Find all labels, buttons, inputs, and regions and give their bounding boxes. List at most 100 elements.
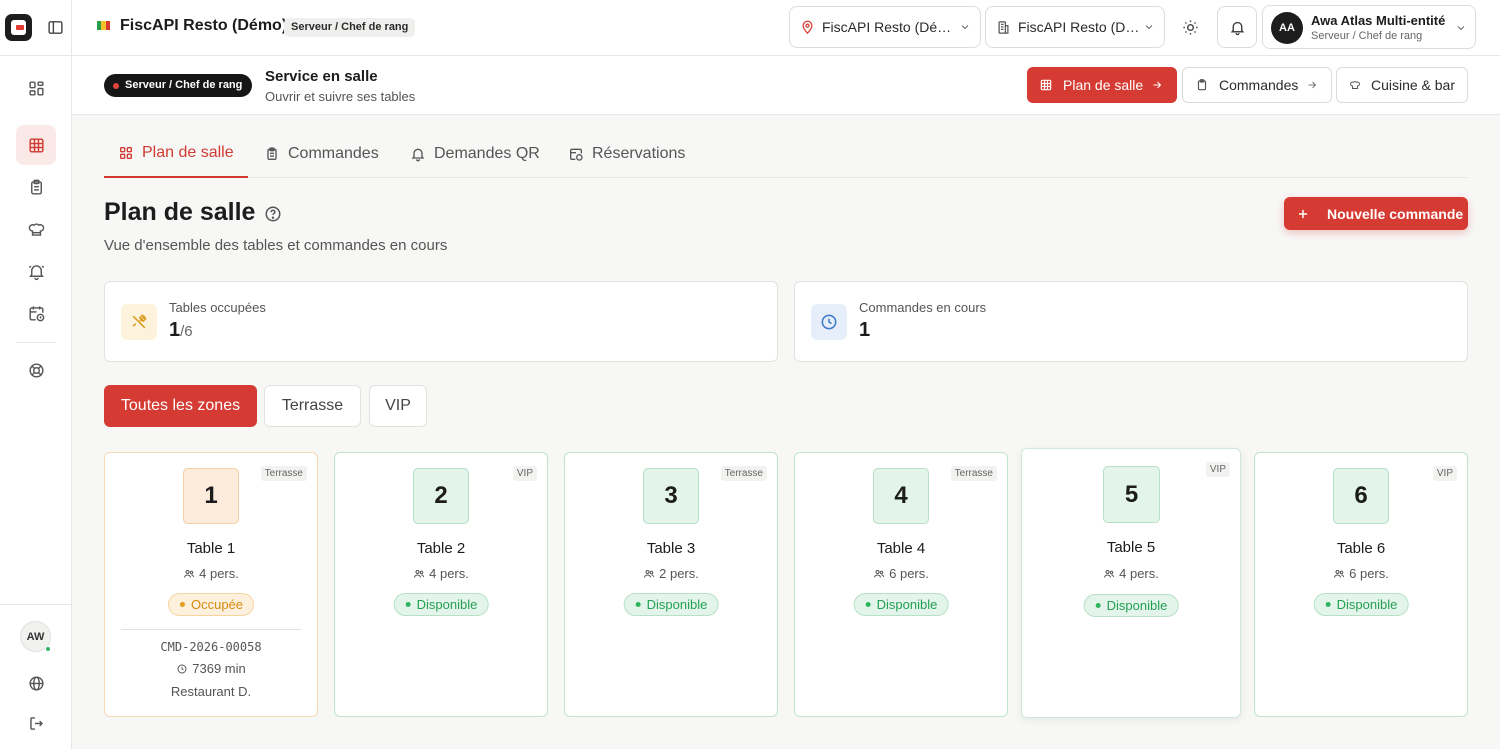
table-name: Table 2 — [416, 540, 466, 557]
users-icon — [184, 569, 195, 578]
clipboard-icon — [267, 146, 277, 160]
seat-count: 6 pers. — [1349, 566, 1389, 581]
sidebar-item-floor-plan[interactable] — [16, 125, 56, 165]
table-card[interactable]: VIP 6 Table 6 6 pers. Disponible — [1254, 452, 1468, 717]
table-card[interactable]: Terrasse 4 Table 4 6 pers. Disponible — [794, 452, 1008, 717]
building-icon — [998, 20, 1009, 34]
table-number: 3 — [643, 468, 699, 524]
bell-ring-icon — [28, 264, 44, 280]
status-badge: Disponible — [623, 593, 719, 616]
sidebar: AW — [0, 0, 72, 749]
plus-icon — [1298, 209, 1308, 218]
service-subheader: Serveur / Chef de rang Service en salle … — [72, 56, 1500, 115]
sidebar-avatar[interactable]: AW — [20, 621, 51, 652]
calendar-clock-icon — [28, 305, 44, 321]
seat-count: 4 pers. — [199, 566, 239, 581]
stat-active-orders: Commandes en cours 1 — [794, 281, 1468, 362]
order-duration: 7369 min — [192, 661, 246, 676]
new-order-button[interactable]: Nouvelle commande — [1284, 197, 1468, 230]
logout-icon — [29, 716, 43, 730]
chef-hat-icon — [1350, 81, 1360, 89]
table-number: 1 — [183, 468, 239, 524]
user-role: Serveur / Chef de rang — [1311, 30, 1423, 42]
zone-tag: VIP — [1205, 462, 1230, 477]
sidebar-item-support[interactable] — [16, 350, 56, 390]
status-badge: Disponible — [1083, 594, 1179, 617]
order-code[interactable]: CMD-2026-00058 — [105, 640, 317, 654]
table-number: 6 — [1333, 468, 1389, 524]
table-card[interactable]: VIP 2 Table 2 4 pers. Disponible — [334, 452, 548, 717]
flag-icon — [97, 21, 110, 30]
table-number: 4 — [873, 468, 929, 524]
help-icon[interactable] — [264, 205, 282, 223]
sidebar-item-orders[interactable] — [16, 167, 56, 207]
entity-select[interactable]: FiscAPI Resto (D… — [985, 6, 1165, 48]
table-grid-icon — [1040, 79, 1052, 91]
zone-filter-all[interactable]: Toutes les zones — [104, 385, 257, 427]
bell-ring-icon — [411, 148, 425, 161]
quick-link-kitchen[interactable]: Cuisine & bar — [1336, 67, 1468, 103]
lifebuoy-icon — [28, 362, 44, 378]
top-header: FiscAPI Resto (Démo) Serveur / Chef de r… — [72, 0, 1500, 56]
sidebar-item-qr-requests[interactable] — [16, 251, 56, 291]
theme-toggle-button[interactable] — [1170, 6, 1210, 48]
chef-hat-icon — [28, 222, 44, 236]
chevron-down-icon — [1457, 26, 1465, 31]
language-button[interactable] — [16, 663, 56, 703]
table-card[interactable]: VIP 5 Table 5 4 pers. Disponible — [1021, 448, 1241, 718]
quick-link-orders[interactable]: Commandes — [1182, 67, 1332, 103]
table-number: 2 — [413, 468, 469, 524]
user-name: Awa Atlas Multi-entité — [1311, 13, 1446, 28]
zone-tag: VIP — [1432, 466, 1457, 481]
seat-count: 4 pers. — [429, 566, 469, 581]
app-logo[interactable] — [5, 14, 32, 41]
seat-count: 4 pers. — [1119, 566, 1159, 581]
user-avatar: AA — [1271, 12, 1303, 44]
zone-tag: VIP — [512, 466, 537, 481]
clipboard-icon — [1197, 79, 1207, 91]
table-name: Table 6 — [1336, 540, 1386, 557]
tab-reservations[interactable]: Réservations — [568, 130, 685, 177]
table-card[interactable]: Terrasse 3 Table 3 2 pers. Disponible — [564, 452, 778, 717]
clock-icon — [177, 664, 187, 673]
tab-floor-plan[interactable]: Plan de salle — [104, 130, 248, 178]
clipboard-icon — [30, 179, 42, 195]
status-badge: Disponible — [1313, 593, 1409, 616]
map-pin-icon — [802, 20, 813, 34]
page-tabs: Plan de salle Commandes Demandes QR Rése… — [104, 130, 1468, 178]
tab-qr-requests[interactable]: Demandes QR — [410, 130, 540, 177]
online-status-dot — [45, 646, 51, 652]
table-card[interactable]: Terrasse 1 Table 1 4 pers. Occupée CMD-2… — [104, 452, 318, 717]
users-icon — [1334, 569, 1345, 578]
sidebar-toggle-icon[interactable] — [47, 19, 64, 36]
table-name: Table 3 — [646, 540, 696, 557]
service-desc: Ouvrir et suivre ses tables — [265, 89, 416, 104]
chevron-down-icon — [961, 25, 969, 30]
grid-icon — [120, 147, 132, 159]
tab-orders[interactable]: Commandes — [264, 130, 379, 177]
user-menu[interactable]: AA Awa Atlas Multi-entité Serveur / Chef… — [1262, 5, 1476, 49]
quick-link-floor-plan[interactable]: Plan de salle — [1027, 67, 1177, 103]
sidebar-item-reservations[interactable] — [16, 293, 56, 333]
status-badge: Disponible — [853, 593, 949, 616]
clock-icon — [811, 304, 847, 340]
notifications-button[interactable] — [1217, 6, 1257, 48]
users-icon — [414, 569, 425, 578]
stat-occupied-tables: Tables occupées 1/6 — [104, 281, 778, 362]
logout-button[interactable] — [16, 703, 56, 743]
location-select[interactable]: FiscAPI Resto (Dé… — [789, 6, 981, 48]
sidebar-item-kitchen[interactable] — [16, 209, 56, 249]
globe-icon — [28, 675, 44, 691]
bell-icon — [1230, 21, 1244, 35]
seat-count: 2 pers. — [659, 566, 699, 581]
zone-filter-vip[interactable]: VIP — [369, 385, 427, 427]
sidebar-item-dashboard[interactable] — [16, 68, 56, 108]
app-title: FiscAPI Resto (Démo) — [120, 17, 288, 34]
users-icon — [1104, 569, 1115, 578]
table-name: Table 1 — [186, 540, 236, 557]
table-number: 5 — [1103, 466, 1160, 523]
status-badge: Occupée — [167, 593, 255, 616]
zone-filter-terrasse[interactable]: Terrasse — [264, 385, 361, 427]
seat-count: 6 pers. — [889, 566, 929, 581]
table-name: Table 5 — [1106, 539, 1156, 556]
